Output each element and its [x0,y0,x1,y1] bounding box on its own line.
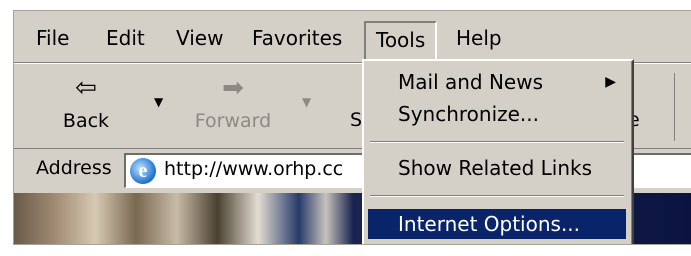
back-dropdown-caret[interactable]: ▼ [154,95,163,109]
internet-options-label: Internet Options... [398,212,581,236]
menu-edit[interactable]: Edit [106,25,145,51]
tools-menu: Mail and News ▶ Synchronize... Show Rela… [362,59,634,244]
toolbar-divider [674,73,675,141]
submenu-arrow-icon: ▶ [605,74,616,90]
menu-file[interactable]: File [36,25,69,51]
menu-view[interactable]: View [176,25,223,51]
menu-help[interactable]: Help [456,25,502,51]
menu-item-mail-and-news[interactable]: Mail and News ▶ [368,67,626,97]
address-url: http://www.orhp.cc [164,158,344,180]
menu-item-synchronize[interactable]: Synchronize... [368,99,626,129]
forward-dropdown-caret[interactable]: ▼ [302,95,311,109]
menu-bar: File Edit View Favorites Tools Help [14,11,691,63]
show-related-links-label: Show Related Links [398,156,593,180]
back-label: Back [62,110,110,132]
stop-button-partial[interactable]: S [350,109,362,131]
back-button[interactable]: ⇦ Back [56,73,116,133]
internet-explorer-icon: e [130,158,156,184]
browser-window: File Edit View Favorites Tools Help ⇦ Ba… [13,10,691,245]
forward-button[interactable]: ➡ Forward [188,73,278,133]
forward-arrow-icon: ➡ [222,73,244,103]
mail-and-news-label: Mail and News [398,70,544,94]
menu-item-show-related-links[interactable]: Show Related Links [368,153,626,183]
menu-separator [370,195,624,197]
menu-item-internet-options[interactable]: Internet Options... [368,209,626,239]
forward-label: Forward [194,110,272,132]
address-label: Address [36,157,112,179]
menu-separator [370,141,624,143]
menu-tools[interactable]: Tools [364,21,438,59]
back-arrow-icon: ⇦ [75,73,97,103]
menu-favorites[interactable]: Favorites [252,25,342,51]
synchronize-label: Synchronize... [398,102,540,126]
